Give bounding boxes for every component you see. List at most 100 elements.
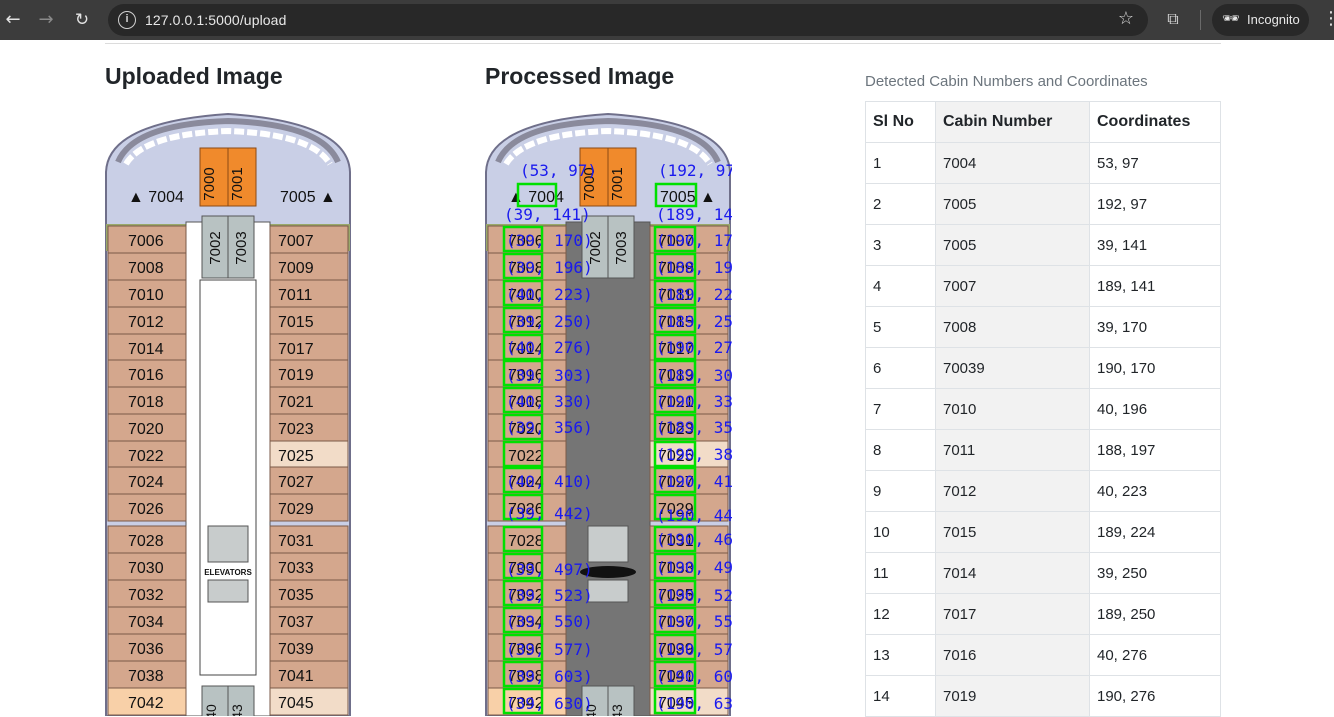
toolbar-divider [1200,10,1201,30]
coordinate-label: (39, 550) [506,612,593,631]
table-row: 4 7007 189, 141 [865,265,1221,307]
table-header-row: Sl No Cabin Number Coordinates [865,101,1221,143]
cabin-label: 7001 [609,167,626,200]
star-icon[interactable]: ☆ [1118,8,1134,29]
header-coordinates: Coordinates [1089,101,1221,143]
cell-cabin-number: 7011 [935,429,1090,471]
coordinate-label: (190, 330 [656,392,732,411]
coordinate-label: (190, 496 [656,558,732,577]
cell-sl-no: 7 [865,388,936,430]
cell-sl-no: 6 [865,347,936,389]
cell-sl-no: 13 [865,634,936,676]
processed-deck-plan-image: 7000 7001 ▲ 7004 7005 ▲ 7002 7003 7006 7007 7008… [484,112,732,716]
back-icon[interactable]: ← [0,7,26,33]
cabin-label: 7017 [278,341,314,358]
cell-coordinates: 40, 196 [1089,388,1221,430]
cell-coordinates: 189, 224 [1089,511,1221,553]
cell-sl-no: 12 [865,593,936,635]
cabin-label: 7032 [128,587,164,604]
cell-cabin-number: 7005 [935,183,1090,225]
coordinate-label: (189, 250 [656,312,732,331]
cabin-label: 7025 [278,448,314,465]
table-row: 2 7005 192, 97 [865,183,1221,225]
cabin-label: 7006 [128,233,164,250]
cabin-label: 7009 [278,260,314,277]
coordinate-label: (39, 170) [506,231,593,250]
cabin-label: 43 [229,704,245,716]
cabin-label: 7028 [128,533,164,550]
address-bar[interactable]: i 127.0.0.1:5000/upload ☆ [108,4,1148,36]
url-text[interactable]: 127.0.0.1:5000/upload [145,12,286,28]
table-row: 11 7014 39, 250 [865,552,1221,594]
cell-sl-no: 2 [865,183,936,225]
cell-coordinates: 189, 250 [1089,593,1221,635]
coordinate-label: (39, 442) [506,504,593,523]
cell-coordinates: 39, 141 [1089,224,1221,266]
coordinate-label: (39, 577) [506,640,593,659]
menu-icon[interactable]: ⋮ [1322,8,1334,29]
cell-sl-no: 11 [865,552,936,594]
cabin-label: 7034 [128,614,164,631]
header-sl-no: Sl No [865,101,936,143]
coordinate-label: (190, 383 [656,445,732,464]
table-row: 6 70039 190, 170 [865,347,1221,389]
coordinate-label: (40, 276) [506,338,593,357]
cabin-label: 7022 [508,448,544,465]
coordinate-label: (192, 97) [658,161,732,180]
cell-cabin-number: 7008 [935,306,1090,348]
cabin-label: 7038 [128,668,164,685]
cell-cabin-number: 7015 [935,511,1090,553]
cell-coordinates: 192, 97 [1089,183,1221,225]
cell-cabin-number: 7014 [935,552,1090,594]
cabin-label: 7024 [128,474,164,491]
coordinate-label: (188, 197 [656,258,732,277]
cell-sl-no: 1 [865,142,936,184]
cabin-label: 7014 [128,341,164,358]
cabin-label: 7015 [278,314,314,331]
coordinate-label: (39, 303) [506,366,593,385]
coordinate-label: (39, 630) [506,694,593,713]
table-row: 9 7012 40, 223 [865,470,1221,512]
coordinate-label: (189, 303 [656,366,732,385]
cell-coordinates: 190, 276 [1089,675,1221,717]
coordinate-label: (190, 603 [656,667,732,686]
cabin-label: 7027 [278,474,314,491]
cell-sl-no: 9 [865,470,936,512]
cell-coordinates: 188, 197 [1089,429,1221,471]
coordinate-label: (190, 443 [656,506,732,525]
cell-cabin-number: 7019 [935,675,1090,717]
cell-cabin-number: 7012 [935,470,1090,512]
extensions-icon[interactable]: ⧉ [1163,9,1183,29]
cabin-label: ▲ 7004 [128,189,184,206]
cabin-label: 7000 [201,167,218,200]
table-row: 5 7008 39, 170 [865,306,1221,348]
coordinate-label: (190, 276 [656,338,732,357]
divider [105,43,1221,44]
cabin-label: 43 [609,704,625,716]
cabin-label: 7010 [128,287,164,304]
cell-cabin-number: 7005 [935,224,1090,266]
table-caption: Detected Cabin Numbers and Coordinates [865,73,1148,90]
cabin-label: 7003 [613,231,630,264]
coordinate-label: (189, 224 [656,285,732,304]
cell-cabin-number: 7016 [935,634,1090,676]
reload-icon[interactable]: ↻ [69,7,95,33]
coordinate-label: (190, 523 [656,586,732,605]
cabin-label: 7008 [128,260,164,277]
cell-cabin-number: 7007 [935,265,1090,307]
cabin-label: 7039 [278,641,314,658]
incognito-badge[interactable]: 🕶 Incognito [1212,4,1309,36]
site-info-icon[interactable]: i [118,11,136,29]
table-row: 10 7015 189, 224 [865,511,1221,553]
cabin-label: 7029 [278,501,314,518]
elevators-block [587,525,629,563]
cell-coordinates: 40, 276 [1089,634,1221,676]
cabin-label: 7042 [128,695,164,712]
coordinate-label: (190, 631 [656,694,732,713]
cabin-label: 7041 [278,668,314,685]
cell-coordinates: 189, 141 [1089,265,1221,307]
cabin-label: 7028 [508,533,544,550]
coordinate-label: (190, 550 [656,612,732,631]
coordinate-label: (189, 357 [656,418,732,437]
forward-icon[interactable]: → [33,7,59,33]
